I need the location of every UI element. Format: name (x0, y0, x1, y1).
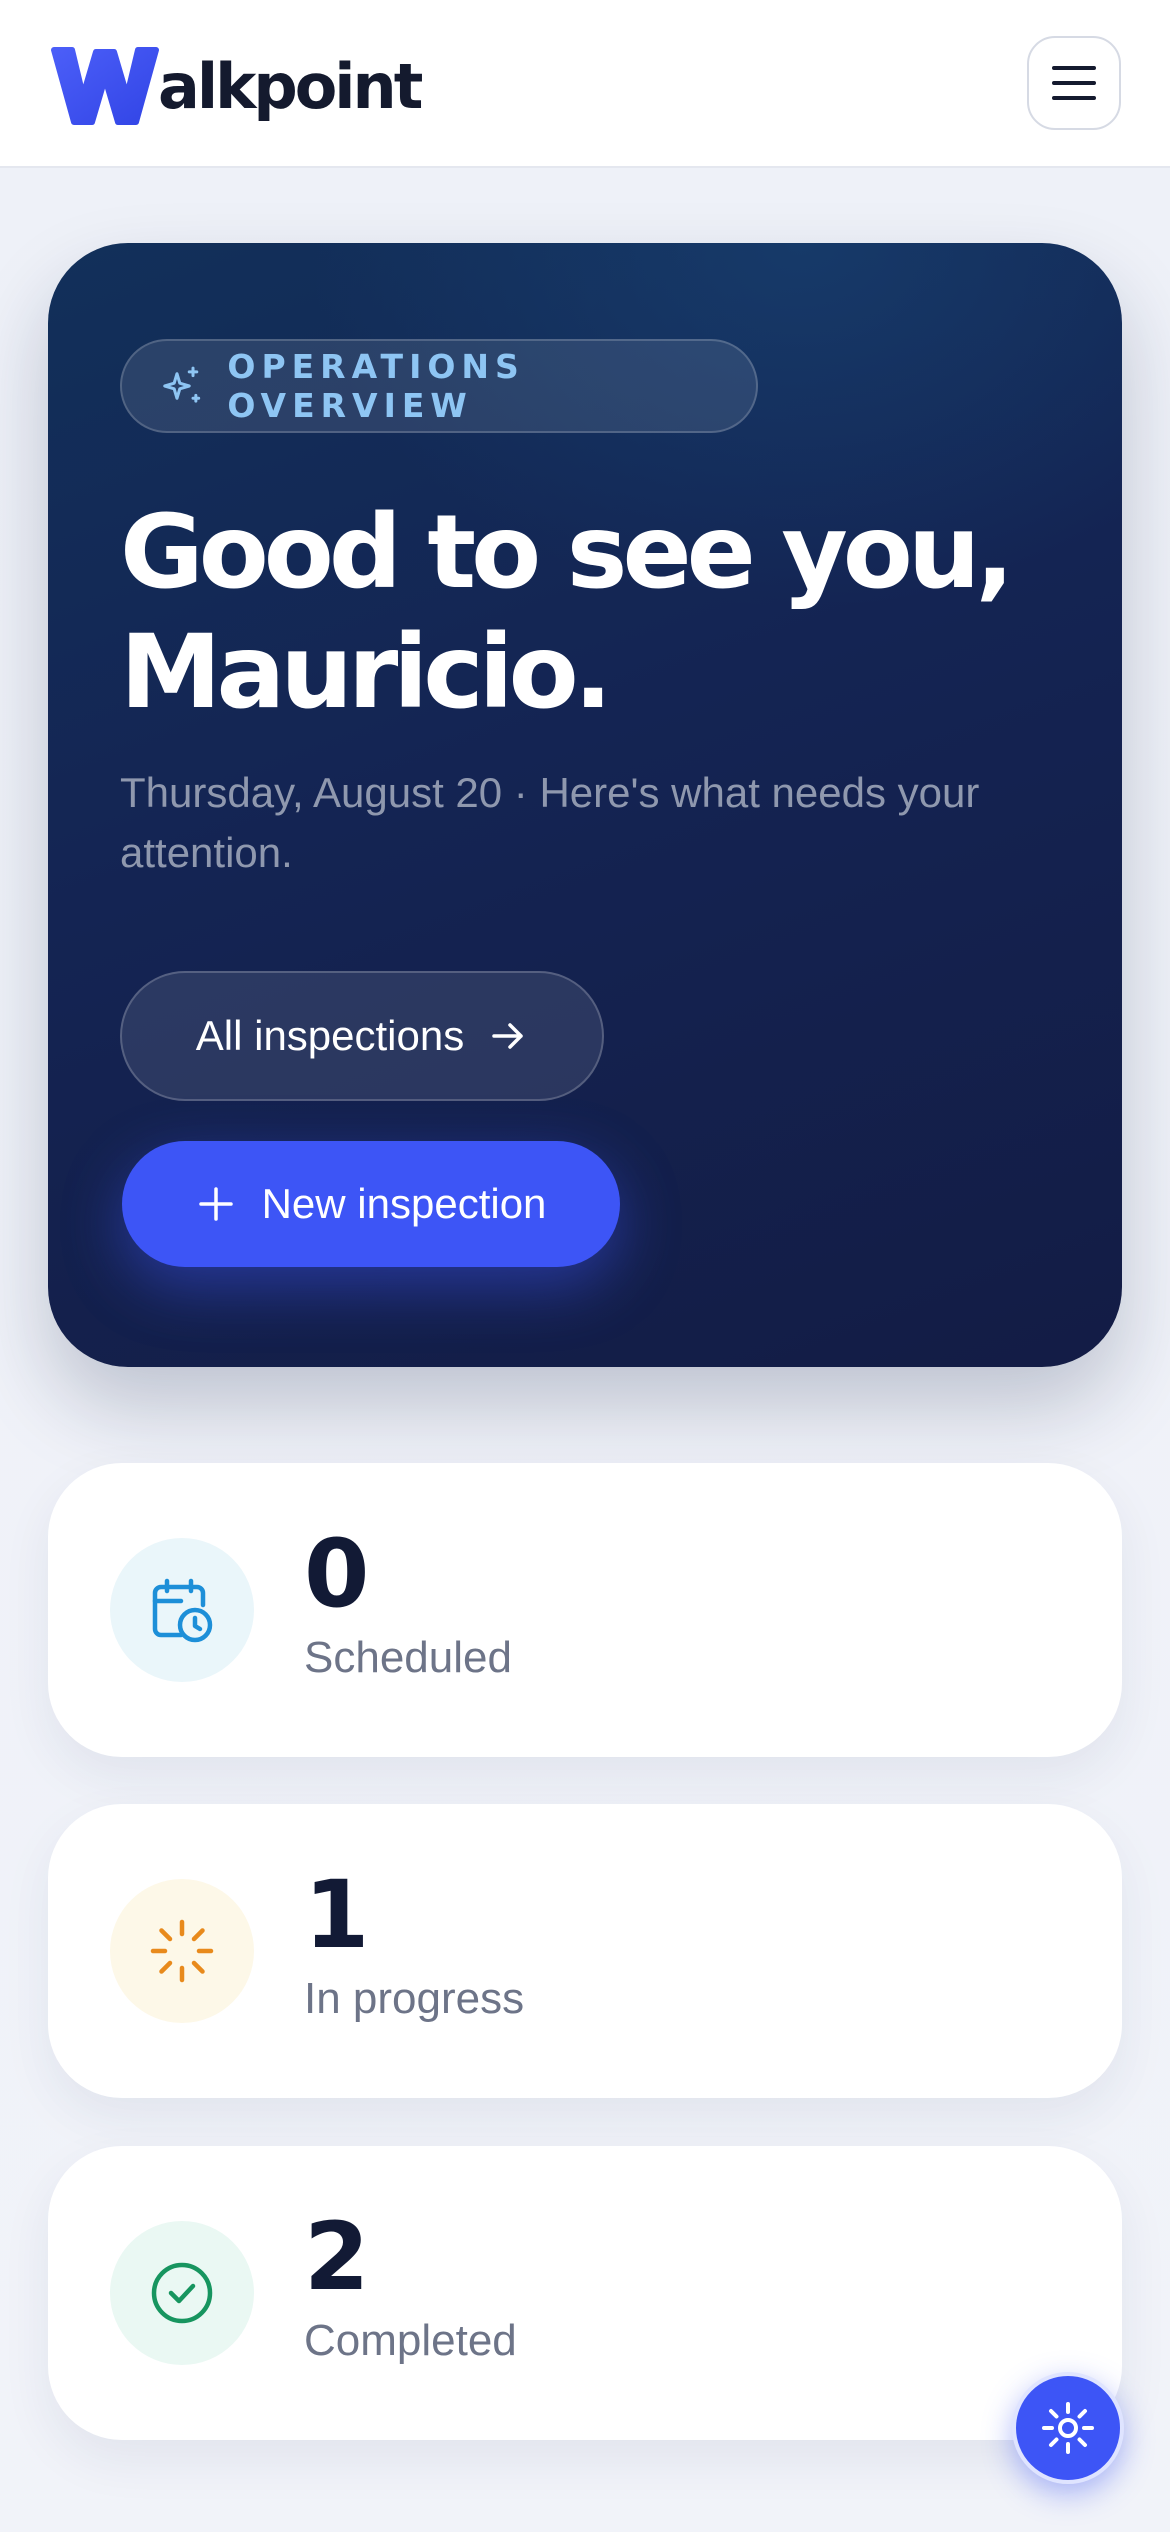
all-inspections-label: All inspections (195, 1012, 465, 1059)
stat-card-in-progress[interactable]: 1 In progress (48, 1804, 1122, 2098)
operations-overview-badge: OPERATIONS OVERVIEW (120, 339, 758, 433)
logo-w-mark (51, 47, 159, 125)
loader-icon (150, 1919, 214, 1983)
sparkles-icon (163, 366, 201, 403)
greeting-line-1: Good to see you, (120, 493, 1014, 612)
stat-label: Completed (304, 2316, 517, 2365)
stat-card-scheduled[interactable]: 0 Scheduled (48, 1463, 1122, 1757)
badge-label: OPERATIONS OVERVIEW (227, 347, 525, 425)
stat-value: 0 (304, 1520, 370, 1629)
stat-value: 2 (304, 2203, 370, 2312)
stat-label: Scheduled (304, 1633, 512, 1682)
stat-label: In progress (304, 1974, 525, 2023)
dashboard-page: alkpoint OPERATIONS OVERVIEW Good to see… (0, 0, 1170, 2532)
stat-icon-wrap (110, 1879, 254, 2023)
date-subtitle: Thursday, August 20 · Here's what needs … (120, 769, 980, 876)
new-inspection-label: New inspection (261, 1180, 547, 1227)
menu-button[interactable] (1027, 36, 1121, 130)
greeting-line-2: Mauricio. (120, 613, 612, 732)
logo-text: alkpoint (158, 50, 423, 123)
stat-icon-wrap (110, 1538, 254, 1682)
calendar-clock-icon (152, 1578, 213, 1643)
hamburger-icon (1052, 66, 1096, 100)
hero-card: OPERATIONS OVERVIEW Good to see you, Mau… (48, 243, 1122, 1367)
stat-card-completed[interactable]: 2 Completed (48, 2146, 1122, 2440)
walkpoint-logo[interactable]: alkpoint (48, 38, 423, 128)
plus-icon (198, 1187, 233, 1221)
app-header: alkpoint (0, 0, 1170, 168)
stat-value: 1 (304, 1861, 370, 1970)
new-inspection-button[interactable]: New inspection (122, 1141, 620, 1267)
stat-icon-wrap (110, 2221, 254, 2365)
check-circle-icon (151, 2262, 213, 2324)
greeting-heading: Good to see you, Mauricio. (120, 493, 1100, 733)
settings-fab[interactable] (1012, 2372, 1124, 2484)
settings-icon (1042, 2402, 1094, 2454)
arrow-right-icon (492, 1023, 523, 1049)
all-inspections-button[interactable]: All inspections (120, 971, 604, 1101)
